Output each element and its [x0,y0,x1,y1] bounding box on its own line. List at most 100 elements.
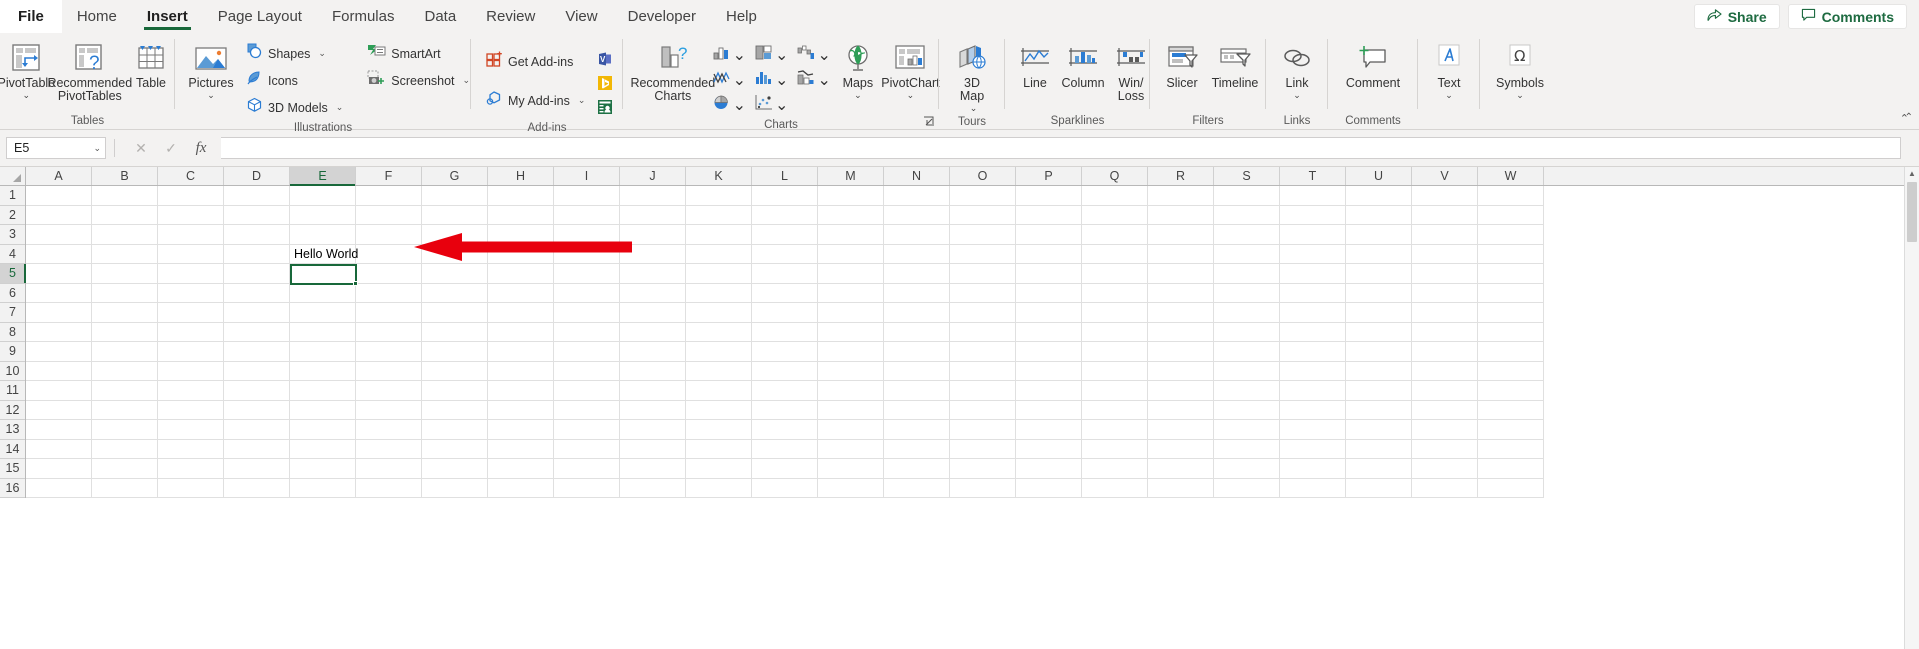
sparkline-line-button[interactable]: Line [1011,39,1059,92]
expand-formula-bar-icon[interactable]: ⌃ [1905,112,1913,123]
cell-C7[interactable] [158,303,224,323]
cell-M16[interactable] [818,478,884,498]
cell-V8[interactable] [1412,322,1478,342]
cell-R7[interactable] [1148,303,1214,323]
cell-Q2[interactable] [1082,205,1148,225]
cell-H6[interactable] [488,283,554,303]
symbols-button[interactable]: Ω Symbols ⌄ [1488,39,1552,101]
cell-P4[interactable] [1016,244,1082,264]
cell-H11[interactable] [488,381,554,401]
cell-Q16[interactable] [1082,478,1148,498]
cell-N9[interactable] [884,342,950,362]
cell-D14[interactable] [224,439,290,459]
cell-I11[interactable] [554,381,620,401]
cell-A10[interactable] [26,361,92,381]
cell-Q11[interactable] [1082,381,1148,401]
statistic-chart-button[interactable]: ⌄ [751,68,791,92]
column-header-V[interactable]: V [1412,167,1478,185]
cell-O8[interactable] [950,322,1016,342]
tab-page-layout[interactable]: Page Layout [203,0,317,33]
cell-P3[interactable] [1016,225,1082,245]
cell-G7[interactable] [422,303,488,323]
cell-G1[interactable] [422,186,488,206]
cell-B7[interactable] [92,303,158,323]
cell-G8[interactable] [422,322,488,342]
cell-H16[interactable] [488,478,554,498]
cell-N4[interactable] [884,244,950,264]
cell-P13[interactable] [1016,420,1082,440]
cell-V1[interactable] [1412,186,1478,206]
cell-F1[interactable] [356,186,422,206]
cell-D9[interactable] [224,342,290,362]
cell-M2[interactable] [818,205,884,225]
cell-R13[interactable] [1148,420,1214,440]
column-header-W[interactable]: W [1478,167,1544,185]
maps-button[interactable]: Maps ⌄ [834,39,882,101]
cell-A5[interactable] [26,264,92,284]
cell-C11[interactable] [158,381,224,401]
cell-U5[interactable] [1346,264,1412,284]
cell-V10[interactable] [1412,361,1478,381]
cell-L14[interactable] [752,439,818,459]
cell-O12[interactable] [950,400,1016,420]
cell-H5[interactable] [488,264,554,284]
cell-S6[interactable] [1214,283,1280,303]
cell-A3[interactable] [26,225,92,245]
smartart-button[interactable]: SmartArt [362,41,475,66]
cell-A2[interactable] [26,205,92,225]
cell-J14[interactable] [620,439,686,459]
vertical-scroll-thumb[interactable] [1907,182,1917,242]
cell-D15[interactable] [224,459,290,479]
cell-H7[interactable] [488,303,554,323]
cell-E5[interactable] [290,264,356,284]
cell-D13[interactable] [224,420,290,440]
cell-T10[interactable] [1280,361,1346,381]
chevron-down-icon[interactable]: ⌄ [817,45,830,65]
cell-V14[interactable] [1412,439,1478,459]
cell-M3[interactable] [818,225,884,245]
cell-W11[interactable] [1478,381,1544,401]
cell-D10[interactable] [224,361,290,381]
cell-U3[interactable] [1346,225,1412,245]
cell-N11[interactable] [884,381,950,401]
cell-G11[interactable] [422,381,488,401]
cell-U6[interactable] [1346,283,1412,303]
cell-T3[interactable] [1280,225,1346,245]
cell-W3[interactable] [1478,225,1544,245]
cell-L11[interactable] [752,381,818,401]
cell-C6[interactable] [158,283,224,303]
cell-L7[interactable] [752,303,818,323]
tab-home[interactable]: Home [62,0,132,33]
text-button[interactable]: Text ⌄ [1425,39,1473,101]
cell-U7[interactable] [1346,303,1412,323]
cell-H1[interactable] [488,186,554,206]
cell-A6[interactable] [26,283,92,303]
cell-U16[interactable] [1346,478,1412,498]
cell-N12[interactable] [884,400,950,420]
cell-V15[interactable] [1412,459,1478,479]
cell-F13[interactable] [356,420,422,440]
cell-I7[interactable] [554,303,620,323]
cell-L6[interactable] [752,283,818,303]
cell-W15[interactable] [1478,459,1544,479]
cell-L12[interactable] [752,400,818,420]
cell-U13[interactable] [1346,420,1412,440]
cell-L5[interactable] [752,264,818,284]
cell-F15[interactable] [356,459,422,479]
cell-T2[interactable] [1280,205,1346,225]
cell-K9[interactable] [686,342,752,362]
cell-K13[interactable] [686,420,752,440]
cell-V5[interactable] [1412,264,1478,284]
visio-addin-icon[interactable]: V [597,51,613,72]
link-button[interactable]: Link ⌄ [1273,39,1321,101]
cell-N13[interactable] [884,420,950,440]
cell-M6[interactable] [818,283,884,303]
column-header-I[interactable]: I [554,167,620,185]
cell-P2[interactable] [1016,205,1082,225]
cell-H14[interactable] [488,439,554,459]
cell-P16[interactable] [1016,478,1082,498]
cell-M8[interactable] [818,322,884,342]
column-header-G[interactable]: G [422,167,488,185]
tab-insert[interactable]: Insert [132,0,203,33]
cell-G10[interactable] [422,361,488,381]
